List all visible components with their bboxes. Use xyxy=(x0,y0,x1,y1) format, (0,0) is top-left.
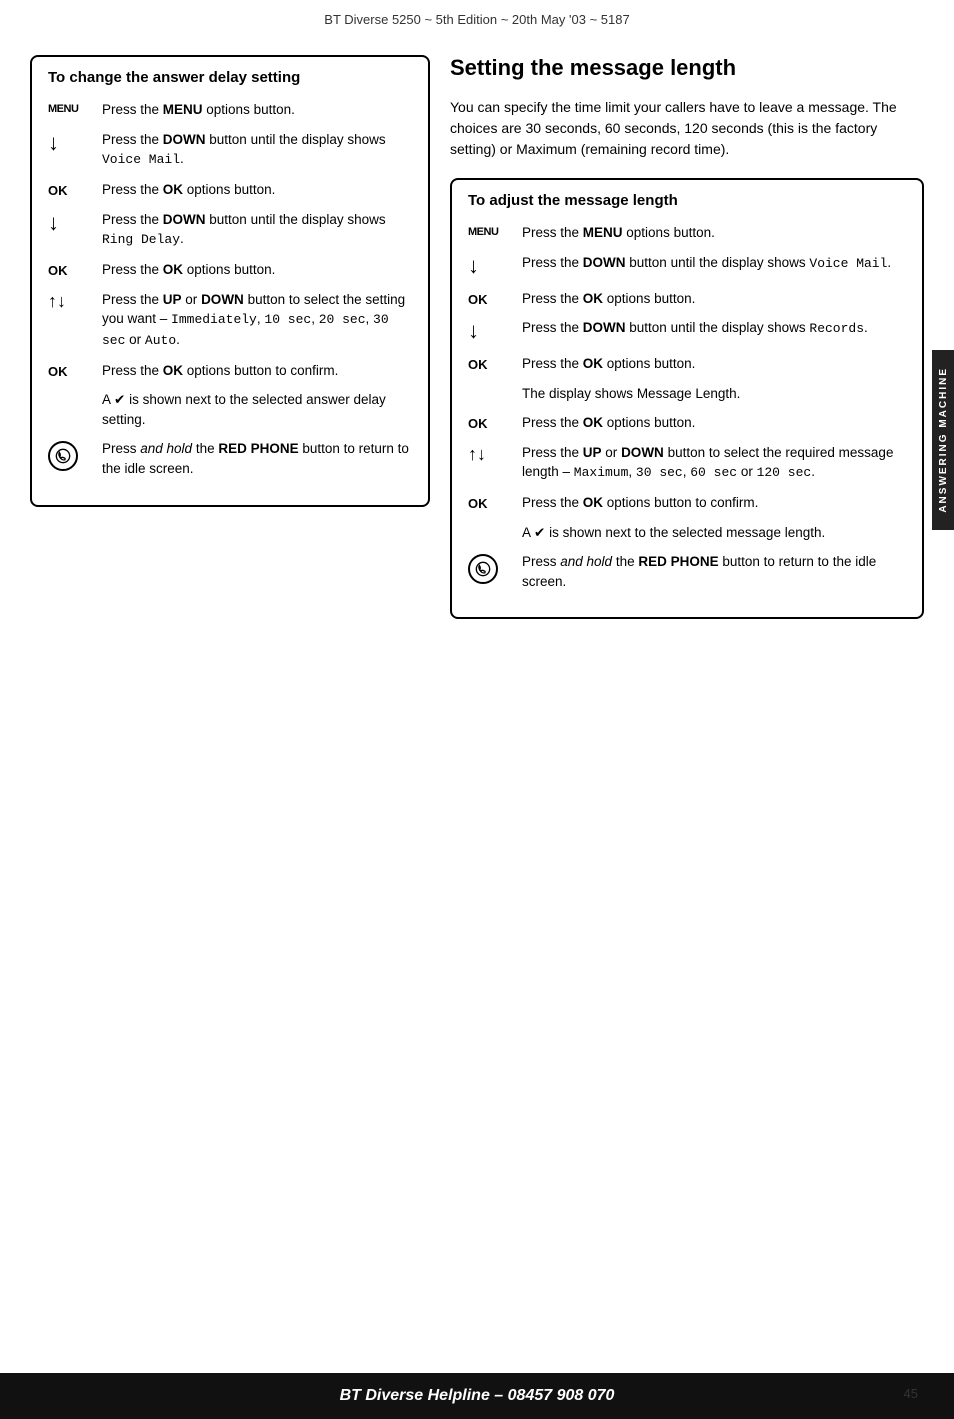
step-r-down-2: ↓ Press the DOWN button until the displa… xyxy=(468,318,906,344)
ok-icon-3: OK xyxy=(48,361,92,379)
r-phone-circle-1 xyxy=(468,554,498,584)
step-r-text-ok-4: Press the OK options button to confirm. xyxy=(522,493,906,513)
step-menu-1: MENU Press the MENU options button. xyxy=(48,100,412,120)
page-header: BT Diverse 5250 ~ 5th Edition ~ 20th May… xyxy=(0,0,954,35)
answer-delay-title: To change the answer delay setting xyxy=(48,69,412,86)
step-text-down-1: Press the DOWN button until the display … xyxy=(102,130,412,170)
step-down-1: ↓ Press the DOWN button until the displa… xyxy=(48,130,412,170)
note-checkmark-1: A ✔ is shown next to the selected answer… xyxy=(48,390,412,429)
ok-icon-2: OK xyxy=(48,260,92,278)
r-ok-icon-2: OK xyxy=(468,354,512,372)
content-area: To change the answer delay setting MENU … xyxy=(0,35,954,663)
step-r-menu-1: MENU Press the MENU options button. xyxy=(468,223,906,243)
r-down-arrow-2: ↓ xyxy=(468,318,512,344)
message-length-title: To adjust the message length xyxy=(468,192,906,209)
step-r-text-down-1: Press the DOWN button until the display … xyxy=(522,253,906,274)
r-updown-arrow-1: ↑ ↓ xyxy=(468,443,512,463)
right-column: Setting the message length You can speci… xyxy=(450,55,924,643)
step-updown-1: ↑ ↓ Press the UP or DOWN button to selec… xyxy=(48,290,412,351)
message-length-box: To adjust the message length MENU Press … xyxy=(450,178,924,619)
down-arrow-icon-2: ↓ xyxy=(48,210,92,236)
phone-icon-1 xyxy=(48,439,92,471)
step-r-text-ok-1: Press the OK options button. xyxy=(522,289,906,309)
footer-text: BT Diverse Helpline – 08457 908 070 xyxy=(340,1387,615,1404)
down-arrow-icon-1: ↓ xyxy=(48,130,92,156)
step-r-text-phone-1: Press and hold the RED PHONE button to r… xyxy=(522,552,906,591)
r-menu-icon-1: MENU xyxy=(468,223,512,238)
step-r-text-updown-1: Press the UP or DOWN button to select th… xyxy=(522,443,906,483)
side-tab: ANSWERING MACHINE xyxy=(932,350,954,530)
step-text-ok-2: Press the OK options button. xyxy=(102,260,412,280)
step-r-text-menu-1: Press the MENU options button. xyxy=(522,223,906,243)
step-text-ok-3: Press the OK options button to confirm. xyxy=(102,361,412,381)
step-phone-1: Press and hold the RED PHONE button to r… xyxy=(48,439,412,478)
note-display-1: The display shows Message Length. xyxy=(468,384,906,404)
left-column: To change the answer delay setting MENU … xyxy=(30,55,430,643)
r-ok-icon-3: OK xyxy=(468,413,512,431)
r-down-arrow-1: ↓ xyxy=(468,253,512,279)
r-ok-icon-4: OK xyxy=(468,493,512,511)
step-r-ok-2: OK Press the OK options button. xyxy=(468,354,906,374)
step-text-menu-1: Press the MENU options button. xyxy=(102,100,412,120)
step-text-ok-1: Press the OK options button. xyxy=(102,180,412,200)
step-text-updown-1: Press the UP or DOWN button to select th… xyxy=(102,290,412,351)
step-r-ok-1: OK Press the OK options button. xyxy=(468,289,906,309)
step-r-updown-1: ↑ ↓ Press the UP or DOWN button to selec… xyxy=(468,443,906,483)
step-r-text-ok-3: Press the OK options button. xyxy=(522,413,906,433)
updown-arrow-icon-1: ↑ ↓ xyxy=(48,290,92,310)
step-r-phone-1: Press and hold the RED PHONE button to r… xyxy=(468,552,906,591)
step-down-2: ↓ Press the DOWN button until the displa… xyxy=(48,210,412,250)
header-title: BT Diverse 5250 ~ 5th Edition ~ 20th May… xyxy=(324,12,629,27)
footer: BT Diverse Helpline – 08457 908 070 xyxy=(0,1373,954,1419)
phone-circle-1 xyxy=(48,441,78,471)
step-r-ok-4: OK Press the OK options button to confir… xyxy=(468,493,906,513)
page-number-value: 45 xyxy=(904,1386,918,1401)
section-intro: You can specify the time limit your call… xyxy=(450,97,924,160)
step-ok-1: OK Press the OK options button. xyxy=(48,180,412,200)
ok-icon-1: OK xyxy=(48,180,92,198)
step-r-text-ok-2: Press the OK options button. xyxy=(522,354,906,374)
side-tab-label: ANSWERING MACHINE xyxy=(938,367,949,513)
step-text-down-2: Press the DOWN button until the display … xyxy=(102,210,412,250)
r-ok-icon-1: OK xyxy=(468,289,512,307)
menu-icon-1: MENU xyxy=(48,100,92,115)
page-number: 45 xyxy=(904,1386,918,1401)
section-heading: Setting the message length xyxy=(450,55,924,85)
step-r-text-down-2: Press the DOWN button until the display … xyxy=(522,318,906,339)
answer-delay-box: To change the answer delay setting MENU … xyxy=(30,55,430,507)
r-phone-icon-1 xyxy=(468,552,512,584)
step-r-down-1: ↓ Press the DOWN button until the displa… xyxy=(468,253,906,279)
step-ok-3: OK Press the OK options button to confir… xyxy=(48,361,412,381)
note-checkmark-2: A ✔ is shown next to the selected messag… xyxy=(468,523,906,543)
step-text-phone-1: Press and hold the RED PHONE button to r… xyxy=(102,439,412,478)
step-r-ok-3: OK Press the OK options button. xyxy=(468,413,906,433)
step-ok-2: OK Press the OK options button. xyxy=(48,260,412,280)
